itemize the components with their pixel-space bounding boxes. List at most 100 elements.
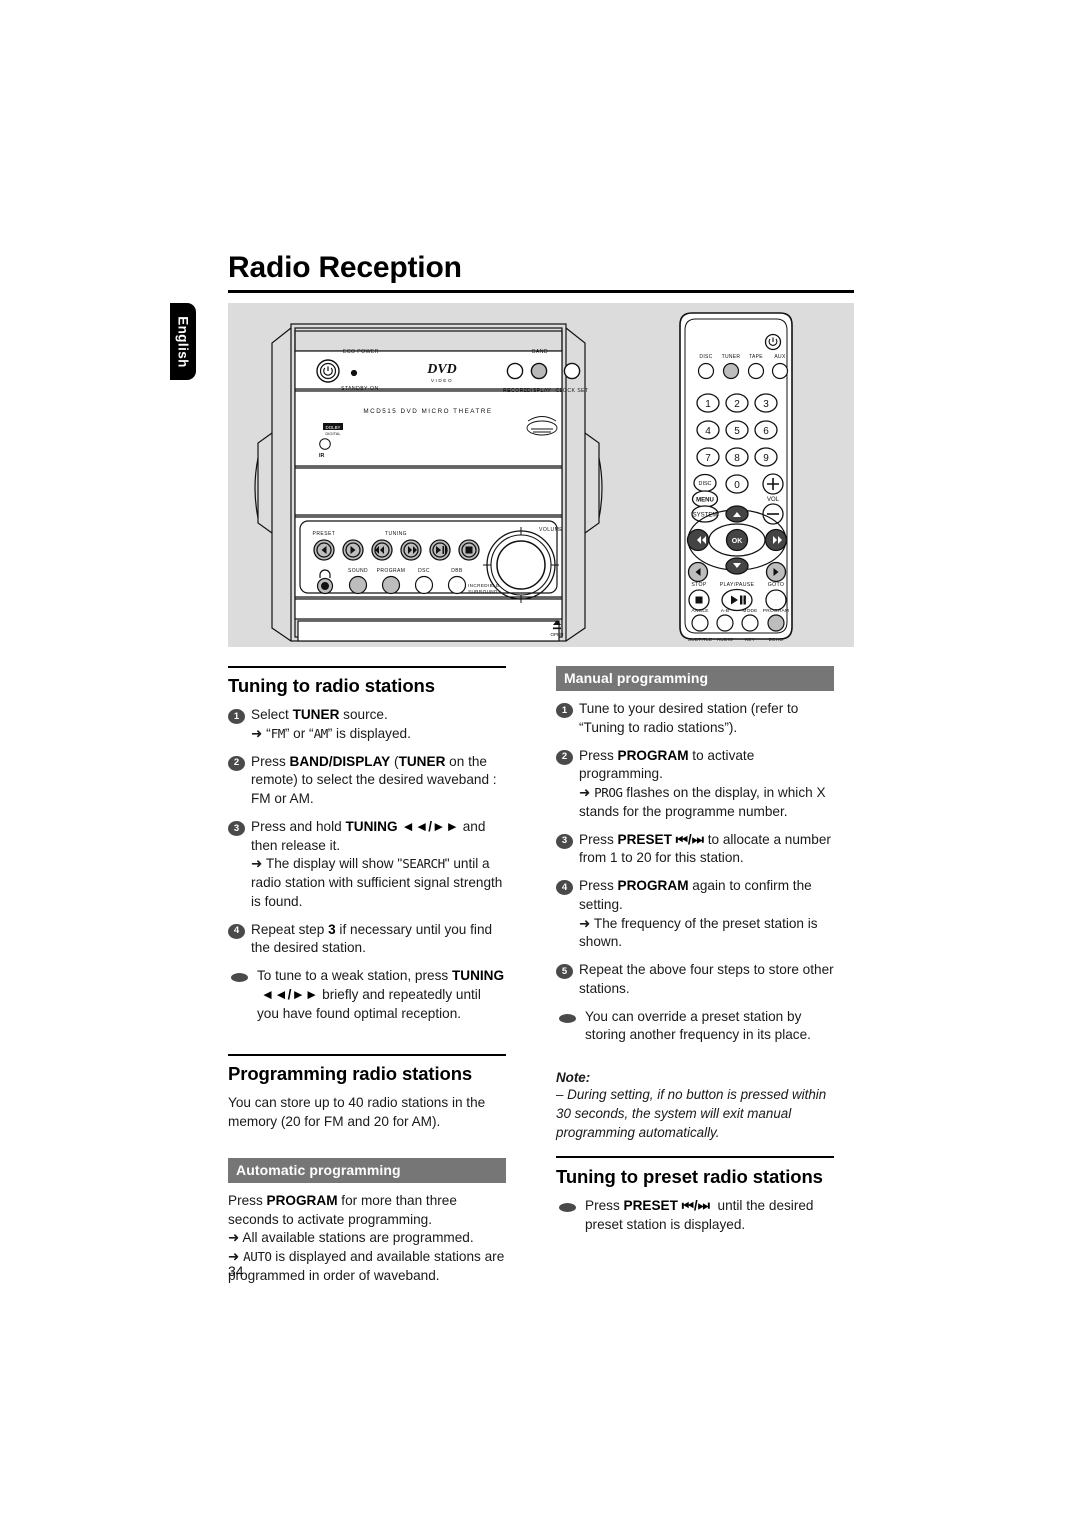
program-label: PROGRAM bbox=[377, 568, 406, 574]
remote-program-label: PROGRAM bbox=[763, 608, 789, 614]
svg-text:4: 4 bbox=[705, 426, 711, 437]
remote-disc-menu-1: DISC bbox=[699, 481, 712, 487]
step-body: Repeat step 3 if necessary until you fin… bbox=[251, 921, 493, 956]
remote-disc-menu-2: MENU bbox=[696, 498, 714, 504]
automatic-result-2: ➜ AUTO is displayed and available statio… bbox=[228, 1249, 505, 1283]
lcd-search: SEARCH bbox=[402, 856, 445, 872]
band-display-keyword: BAND/DISPLAY bbox=[289, 753, 391, 769]
step-result: ➜ The frequency of the preset station is… bbox=[579, 915, 818, 950]
remote-aux-label: AUX bbox=[774, 354, 786, 360]
remote-ok-label: OK bbox=[732, 538, 743, 545]
bullet-marker bbox=[559, 1203, 576, 1213]
tuner-keyword: TUNER bbox=[292, 707, 340, 722]
svg-text:DOLBY: DOLBY bbox=[326, 425, 341, 430]
remote-stop-label: STOP bbox=[691, 582, 706, 588]
step-body: Repeat the above four steps to store oth… bbox=[579, 962, 834, 996]
page-title: Radio Reception bbox=[228, 251, 462, 284]
preset-arrows-icon: ⏮/⏭ bbox=[681, 1198, 710, 1214]
tuning-step-3: 3 Press and hold TUNING ◄◄/►► and then r… bbox=[228, 818, 506, 912]
standby-on-label: STANDBY·ON bbox=[341, 386, 379, 392]
step-marker: 4 bbox=[228, 923, 245, 939]
tuning-step-2: 2 Press BAND/DISPLAY (TUNER on the remot… bbox=[228, 753, 506, 809]
dsc-label: DSC bbox=[418, 568, 430, 574]
note-heading: Note: bbox=[556, 1070, 591, 1085]
step-body: Press and hold TUNING ◄◄/►► and then rel… bbox=[251, 818, 506, 912]
step-marker: 3 bbox=[228, 820, 245, 836]
step-marker: 3 bbox=[556, 833, 573, 849]
language-tab: English bbox=[170, 303, 196, 380]
step-body: To tune to a weak station, press TUNING … bbox=[257, 968, 505, 1021]
preset-section-heading: Tuning to preset radio stations bbox=[556, 1166, 823, 1188]
programming-intro: You can store up to 40 radio stations in… bbox=[228, 1095, 486, 1129]
automatic-programming-body: Press PROGRAM for more than three second… bbox=[228, 1192, 506, 1286]
step-result: ➜ The display will show "SEARCH" until a… bbox=[251, 856, 503, 909]
svg-text:OPEN: OPEN bbox=[550, 632, 563, 637]
tuning-bullet-weak-station: To tune to a weak station, press TUNING … bbox=[228, 967, 506, 1023]
manual-bullet-override: You can override a preset station by sto… bbox=[556, 1008, 834, 1046]
remote-key-label: KEY bbox=[745, 637, 756, 643]
step-marker: 5 bbox=[556, 964, 573, 979]
remote-mode-label: MODE bbox=[742, 608, 757, 614]
step-body: Press BAND/DISPLAY (TUNER on the remote)… bbox=[251, 753, 497, 807]
step-marker: 1 bbox=[228, 709, 245, 724]
step-body: Tune to your desired station (refer to “… bbox=[579, 701, 799, 735]
bullet-marker bbox=[231, 973, 248, 982]
note-body: – During setting, if no button is presse… bbox=[556, 1087, 827, 1140]
step-body: Press PRESET ⏮/⏭ until the desired prese… bbox=[585, 1198, 814, 1233]
remote-tuner-label: TUNER bbox=[722, 354, 741, 360]
svg-text:1: 1 bbox=[705, 399, 711, 410]
display-label: DISPLAY bbox=[527, 388, 551, 394]
svg-text:3: 3 bbox=[763, 399, 769, 410]
step-marker: 4 bbox=[556, 880, 573, 895]
language-tab-label: English bbox=[175, 315, 191, 368]
band-label: BAND bbox=[532, 349, 548, 355]
svg-text:VIDEO: VIDEO bbox=[431, 378, 453, 383]
tuning-arrows-icon: ◄◄/►► bbox=[257, 986, 319, 1002]
lcd-prog: PROG bbox=[594, 785, 623, 800]
step-marker: 2 bbox=[556, 749, 573, 765]
remote-goto-label: GOTO bbox=[768, 582, 784, 588]
preset-keyword: PRESET bbox=[617, 831, 672, 847]
remote-control: DISC TUNER TAPE AUX 123 456 789 0 DISC M… bbox=[679, 312, 793, 643]
svg-text:DIGITAL: DIGITAL bbox=[325, 431, 341, 436]
left-column: Tuning to radio stations 1 Select TUNER … bbox=[228, 666, 506, 1296]
tuning-section-heading: Tuning to radio stations bbox=[228, 675, 435, 696]
automatic-programming-bar: Automatic programming bbox=[228, 1157, 506, 1183]
tuning-step-1: 1 Select TUNER source. ➜ “FM” or “AM” is… bbox=[228, 706, 506, 744]
programming-section-rule bbox=[228, 1054, 506, 1057]
record-label: RECORD bbox=[503, 388, 528, 394]
tuning-keyword: TUNING bbox=[345, 818, 398, 834]
step-body: Press PROGRAM to activate programming. ➜… bbox=[579, 747, 834, 822]
ir-label: IR bbox=[319, 453, 324, 459]
step-body: You can override a preset station by sto… bbox=[585, 1008, 811, 1043]
product-illustration: ECO POWER STANDBY·ON RECORD BAND DISPLAY… bbox=[228, 303, 854, 647]
automatic-result-1: ➜ All available stations are programmed. bbox=[228, 1230, 474, 1246]
tuning-keyword: TUNING bbox=[451, 968, 505, 983]
dolby-digital-logo: DOLBY DIGITAL bbox=[323, 423, 343, 436]
remote-disc-label: DISC bbox=[699, 354, 712, 360]
manual-step-5: 5 Repeat the above four steps to store o… bbox=[556, 961, 834, 999]
remote-subtitle-label: SUBTITLE bbox=[688, 637, 713, 643]
manual-page: English Radio Reception ECO POWER STANDB… bbox=[0, 0, 1080, 1528]
svg-text:7: 7 bbox=[705, 453, 711, 464]
manual-step-2: 2 Press PROGRAM to activate programming.… bbox=[556, 747, 834, 822]
incredible-surround-label-2: SURROUND bbox=[468, 589, 498, 594]
program-keyword: PROGRAM bbox=[617, 747, 689, 763]
title-divider bbox=[228, 290, 854, 293]
remote-ab-label: A-B bbox=[721, 608, 730, 614]
manual-step-1: 1 Tune to your desired station (refer to… bbox=[556, 700, 834, 738]
tuning-step-4: 4 Repeat step 3 if necessary until you f… bbox=[228, 921, 506, 959]
step-body: Press PRESET ⏮/⏭ to allocate a number fr… bbox=[579, 831, 831, 866]
step-marker: 2 bbox=[228, 755, 245, 771]
remote-tape-label: TAPE bbox=[749, 354, 763, 360]
tuner-keyword: TUNER bbox=[398, 753, 446, 769]
preset-arrows-icon: ⏮/⏭ bbox=[675, 831, 704, 847]
bar-gap bbox=[228, 1142, 506, 1158]
dbb-label: DBB bbox=[451, 568, 463, 574]
step-result: ➜ “FM” or “AM” is displayed. bbox=[251, 725, 411, 741]
lcd-am: AM bbox=[313, 725, 329, 741]
remote-audio-label: AUDIO bbox=[717, 637, 733, 643]
dvd-video-logo: DVD VIDEO bbox=[426, 362, 457, 383]
svg-text:6: 6 bbox=[763, 426, 769, 437]
remote-echo-label: ECHO bbox=[769, 637, 784, 643]
